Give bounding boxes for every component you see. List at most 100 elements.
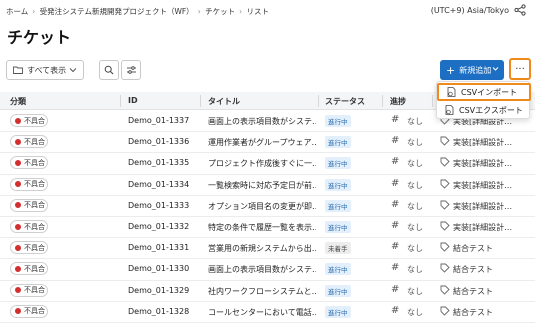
tag-icon: [440, 242, 450, 252]
label-value[interactable]: 実装[詳細設計…: [453, 201, 535, 212]
progress-value: なし: [407, 117, 423, 126]
category-label: 不具合: [24, 222, 45, 231]
ticket-id[interactable]: Demo_01-1334: [128, 180, 198, 189]
tag-icon: [440, 157, 450, 168]
ticket-title[interactable]: 画面上の表示項目数がシステ…: [208, 116, 316, 127]
ticket-id[interactable]: Demo_01-1333: [128, 201, 198, 210]
ticket-id[interactable]: Demo_01-1330: [128, 264, 198, 273]
view-selector-label: すべて表示: [27, 65, 67, 75]
bug-dot-icon: [15, 138, 21, 145]
add-ticket-button[interactable]: + 新規追加: [440, 60, 504, 80]
csv-export-label: CSVエクスポート: [459, 105, 523, 115]
label-value[interactable]: 結合テスト: [453, 243, 535, 254]
table-row[interactable]: 不具合 Demo_01-1333 オプション項目名の変更が即… 進行中 # なし 実装[詳細…: [0, 196, 535, 217]
label-value[interactable]: 結合テスト: [453, 307, 535, 318]
status-badge[interactable]: 進行中: [325, 136, 351, 149]
status-badge[interactable]: 進行中: [325, 199, 351, 212]
category-badge: 不具合: [10, 177, 48, 191]
label-value[interactable]: 実装[詳細設計…: [453, 180, 535, 191]
timezone-label[interactable]: (UTC+9) Asia/Tokyo: [431, 6, 509, 15]
table-row[interactable]: 不具合 Demo_01-1334 一覧検索時に対応予定日が前… 進行中 # なし 実装[詳細…: [0, 175, 535, 196]
column-divider[interactable]: [382, 95, 383, 107]
label-value[interactable]: 結合テスト: [453, 264, 535, 275]
column-header-id[interactable]: ID: [128, 96, 138, 105]
search-button[interactable]: [99, 60, 119, 80]
column-divider[interactable]: [318, 95, 319, 107]
table-row[interactable]: 不具合 Demo_01-1331 営業用の新規システムから出… 未着手 # なし 結合テスト: [0, 238, 535, 260]
category-badge: 不具合: [10, 135, 48, 149]
breadcrumb-tickets[interactable]: チケット: [205, 7, 235, 16]
label-value[interactable]: 結合テスト: [453, 286, 535, 297]
status-badge[interactable]: 進行中: [325, 305, 351, 318]
breadcrumb-project[interactable]: 受発注システム新規開発プロジェクト（WF）: [40, 7, 194, 16]
ticket-title[interactable]: 営業用の新規システムから出…: [208, 243, 316, 254]
ticket-title[interactable]: コールセンターにおいて電話…: [208, 307, 316, 318]
csv-export-menu-item[interactable]: CSVエクスポート: [437, 101, 531, 119]
breadcrumb-home[interactable]: ホーム: [6, 7, 28, 16]
column-header-category[interactable]: 分類: [10, 96, 26, 107]
more-options-button[interactable]: ···: [509, 58, 531, 80]
filter-settings-button[interactable]: [121, 60, 141, 80]
status-badge[interactable]: 進行中: [325, 221, 351, 233]
ticket-id[interactable]: Demo_01-1332: [128, 222, 198, 231]
category-badge: 不具合: [10, 283, 48, 297]
breadcrumb: ホーム › 受発注システム新規開発プロジェクト（WF） › チケット › リスト: [6, 6, 271, 17]
hash-icon: #: [391, 262, 400, 274]
search-icon: [104, 65, 114, 75]
hash-icon: #: [391, 114, 400, 125]
ticket-id[interactable]: Demo_01-1335: [128, 158, 198, 167]
status-badge[interactable]: 進行中: [325, 284, 351, 297]
ticket-title[interactable]: 社内ワークフローシステムと…: [208, 286, 316, 297]
table-row[interactable]: 不具合 Demo_01-1332 特定の条件で履歴一覧を表示… 進行中 # なし 実装[詳細…: [0, 217, 535, 239]
category-badge: 不具合: [10, 304, 48, 318]
plus-icon: +: [446, 63, 456, 77]
bug-dot-icon: [15, 265, 21, 272]
progress-value: なし: [407, 244, 423, 254]
label-value[interactable]: 実装[詳細設計…: [453, 158, 535, 169]
table-row[interactable]: 不具合 Demo_01-1336 運用作業者がグループウェア… 進行中 # なし 実装[詳細…: [0, 132, 535, 154]
table-row[interactable]: 不具合 Demo_01-1329 社内ワークフローシステムと… 進行中 # なし 結合テスト: [0, 281, 535, 302]
bug-dot-icon: [15, 308, 21, 315]
table-row[interactable]: 不具合 Demo_01-1335 プロジェクト作成後すぐに一… 進行中 # なし 実装[詳細…: [0, 153, 535, 175]
tag-icon: [440, 136, 450, 146]
ticket-title[interactable]: オプション項目名の変更が即…: [208, 201, 316, 212]
status-badge[interactable]: 進行中: [325, 115, 351, 127]
column-header-title[interactable]: タイトル: [208, 96, 240, 107]
label-value[interactable]: 実装[詳細設計…: [453, 137, 535, 148]
more-options-menu: CSVインポート CSVエクスポート: [436, 81, 531, 119]
folder-icon: [13, 66, 23, 74]
file-import-icon: [447, 87, 456, 97]
ticket-id[interactable]: Demo_01-1336: [128, 137, 198, 146]
view-selector[interactable]: すべて表示: [6, 60, 84, 80]
bug-dot-icon: [15, 244, 21, 251]
column-divider[interactable]: [120, 95, 121, 107]
hash-icon: #: [391, 177, 400, 189]
csv-import-menu-item[interactable]: CSVインポート: [437, 83, 531, 101]
status-badge[interactable]: 未着手: [325, 242, 351, 255]
ticket-title[interactable]: 画面上の表示項目数がシステ…: [208, 264, 316, 275]
ticket-id[interactable]: Demo_01-1329: [128, 286, 198, 295]
column-divider[interactable]: [432, 95, 433, 107]
ticket-id[interactable]: Demo_01-1328: [128, 307, 198, 316]
column-header-progress[interactable]: 進捗: [390, 96, 406, 107]
ticket-title[interactable]: 一覧検索時に対応予定日が前…: [208, 180, 316, 191]
table-row[interactable]: 不具合 Demo_01-1330 画面上の表示項目数がシステ… 進行中 # なし 結合テスト: [0, 259, 535, 281]
status-badge[interactable]: 進行中: [325, 157, 351, 170]
share-icon[interactable]: [514, 4, 526, 16]
ticket-title[interactable]: 運用作業者がグループウェア…: [208, 137, 316, 148]
table-row[interactable]: 不具合 Demo_01-1328 コールセンターにおいて電話… 進行中 # なし 結合テスト: [0, 302, 535, 323]
hash-icon: #: [391, 156, 400, 168]
tag-icon: [440, 221, 450, 231]
status-badge[interactable]: 進行中: [325, 263, 351, 276]
ticket-id[interactable]: Demo_01-1331: [128, 243, 198, 252]
column-divider[interactable]: [200, 95, 201, 107]
label-value[interactable]: 実装[詳細設計…: [453, 222, 535, 233]
ticket-title[interactable]: プロジェクト作成後すぐに一…: [208, 158, 316, 169]
category-badge: 不具合: [10, 114, 48, 127]
ticket-title[interactable]: 特定の条件で履歴一覧を表示…: [208, 222, 316, 233]
ticket-id[interactable]: Demo_01-1337: [128, 116, 198, 125]
tag-icon: [440, 285, 450, 295]
column-header-status[interactable]: ステータス: [325, 96, 365, 107]
hash-icon: #: [391, 135, 400, 147]
status-badge[interactable]: 進行中: [325, 178, 351, 191]
